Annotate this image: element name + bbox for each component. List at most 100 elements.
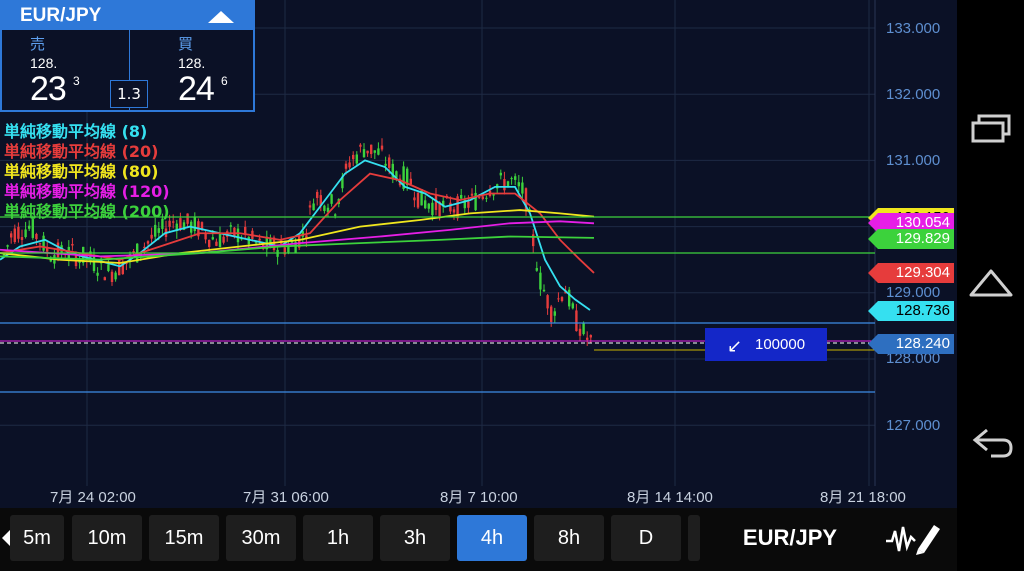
timeframe-8h[interactable]: 8h xyxy=(534,515,604,561)
candle-body xyxy=(96,272,99,276)
candle-body xyxy=(323,205,326,211)
time-axis-label: 7月 31 06:00 xyxy=(243,489,329,506)
price-axis-label: 127.000 xyxy=(886,417,941,434)
collapse-arrow-icon[interactable] xyxy=(208,11,234,23)
candle-body xyxy=(236,228,240,243)
sell-price-pip: 3 xyxy=(73,74,80,88)
candle-body xyxy=(258,238,261,241)
candle-body xyxy=(49,259,52,262)
candle-body xyxy=(550,306,553,322)
candle-body xyxy=(539,272,542,290)
candle-body xyxy=(103,277,106,281)
candle-body xyxy=(355,154,358,164)
candle-body xyxy=(517,182,520,187)
quote-panel-header[interactable]: EUR/JPY xyxy=(2,2,253,30)
quote-panel[interactable]: EUR/JPY 売 128. 23 3 買 128. 24 6 1.3 xyxy=(0,0,255,112)
candle-body xyxy=(506,181,510,187)
timeframe-10m[interactable]: 10m xyxy=(72,515,142,561)
candle-body xyxy=(352,154,355,160)
timeframe-15m[interactable]: 15m xyxy=(149,515,219,561)
price-axis-label: 131.000 xyxy=(886,152,941,169)
candle-body xyxy=(154,224,157,237)
candle-body xyxy=(388,157,391,168)
order-arrow-icon: ↙ xyxy=(727,336,743,357)
time-axis-label: 8月 7 10:00 xyxy=(440,489,518,506)
spread-value: 1.3 xyxy=(110,80,148,108)
timeframe-5m[interactable]: 5m xyxy=(10,515,64,561)
candle-body xyxy=(316,191,319,198)
chart-area[interactable]: 133.000 132.000 131.000 129.000 128.000 … xyxy=(0,0,957,508)
candle-body xyxy=(575,310,578,332)
candle-body xyxy=(204,233,207,240)
candle-body xyxy=(28,225,31,229)
buy-price-prefix: 128. xyxy=(178,55,206,71)
buy-label: 買 xyxy=(178,35,194,53)
legend-sma-200: 単純移動平均線 (200) xyxy=(4,202,170,221)
candle-body xyxy=(42,235,45,251)
candle-body xyxy=(110,271,114,282)
candle-body xyxy=(334,214,337,216)
candle-body xyxy=(6,245,9,247)
candle-body xyxy=(481,196,484,200)
candle-body xyxy=(377,148,380,155)
candle-body xyxy=(409,178,412,185)
candle-body xyxy=(571,303,574,309)
candle-body xyxy=(348,162,351,168)
candle-body xyxy=(521,182,524,194)
candle-body xyxy=(114,272,117,280)
symbol-select-button[interactable]: EUR/JPY xyxy=(705,515,875,561)
buy-quote[interactable]: 買 128. 24 6 xyxy=(150,30,275,110)
candle-body xyxy=(370,144,373,155)
candle-body xyxy=(578,328,582,336)
price-axis-label: 129.000 xyxy=(886,284,941,301)
candle-body xyxy=(35,233,38,240)
candle-body xyxy=(542,289,546,292)
candle-body xyxy=(449,202,452,212)
candle-body xyxy=(582,322,585,335)
candle-body xyxy=(366,150,369,154)
sell-quote[interactable]: 売 128. 23 3 xyxy=(2,30,127,110)
timeframe-more[interactable] xyxy=(688,515,700,561)
candle-body xyxy=(434,195,438,210)
candle-body xyxy=(586,337,589,340)
candle-body xyxy=(362,149,366,158)
candle-body xyxy=(485,197,488,199)
timeframe-D[interactable]: D xyxy=(611,515,681,561)
candle-body xyxy=(172,221,175,223)
price-tag-current: 128.240 xyxy=(868,334,954,354)
candle-body xyxy=(254,242,258,244)
order-amount: 100000 xyxy=(755,336,806,353)
candle-body xyxy=(460,194,463,199)
candle-body xyxy=(452,209,456,213)
time-axis-label: 8月 14 14:00 xyxy=(627,489,713,506)
order-badge[interactable]: ↙ 100000 xyxy=(705,328,827,361)
candle-body xyxy=(13,228,16,243)
candle-body xyxy=(557,298,560,300)
timeframe-30m[interactable]: 30m xyxy=(226,515,296,561)
candle-body xyxy=(535,268,538,271)
candle-body xyxy=(478,197,481,199)
back-button[interactable] xyxy=(965,420,1017,464)
scroll-left-icon[interactable] xyxy=(2,530,10,546)
draw-tool-button[interactable] xyxy=(880,515,950,561)
candle-body xyxy=(510,178,513,180)
timeframe-1h[interactable]: 1h xyxy=(303,515,373,561)
candle-body xyxy=(560,297,564,302)
candle-body xyxy=(330,194,333,204)
candle-body xyxy=(222,236,225,243)
candle-body xyxy=(150,234,153,239)
price-tag-sma200: 129.829 xyxy=(868,229,954,249)
buy-price-pip: 6 xyxy=(221,74,228,88)
candle-body xyxy=(413,197,416,201)
candle-body xyxy=(380,145,384,150)
timeframe-4h[interactable]: 4h xyxy=(457,515,527,561)
candle-body xyxy=(92,255,96,272)
candle-body xyxy=(467,201,470,208)
candle-body xyxy=(546,295,549,309)
home-button[interactable] xyxy=(965,263,1017,307)
candle-body xyxy=(312,203,315,211)
timeframe-3h[interactable]: 3h xyxy=(380,515,450,561)
buy-price-main: 24 xyxy=(178,70,215,108)
recent-apps-button[interactable] xyxy=(965,106,1017,150)
candle-body xyxy=(416,192,420,208)
